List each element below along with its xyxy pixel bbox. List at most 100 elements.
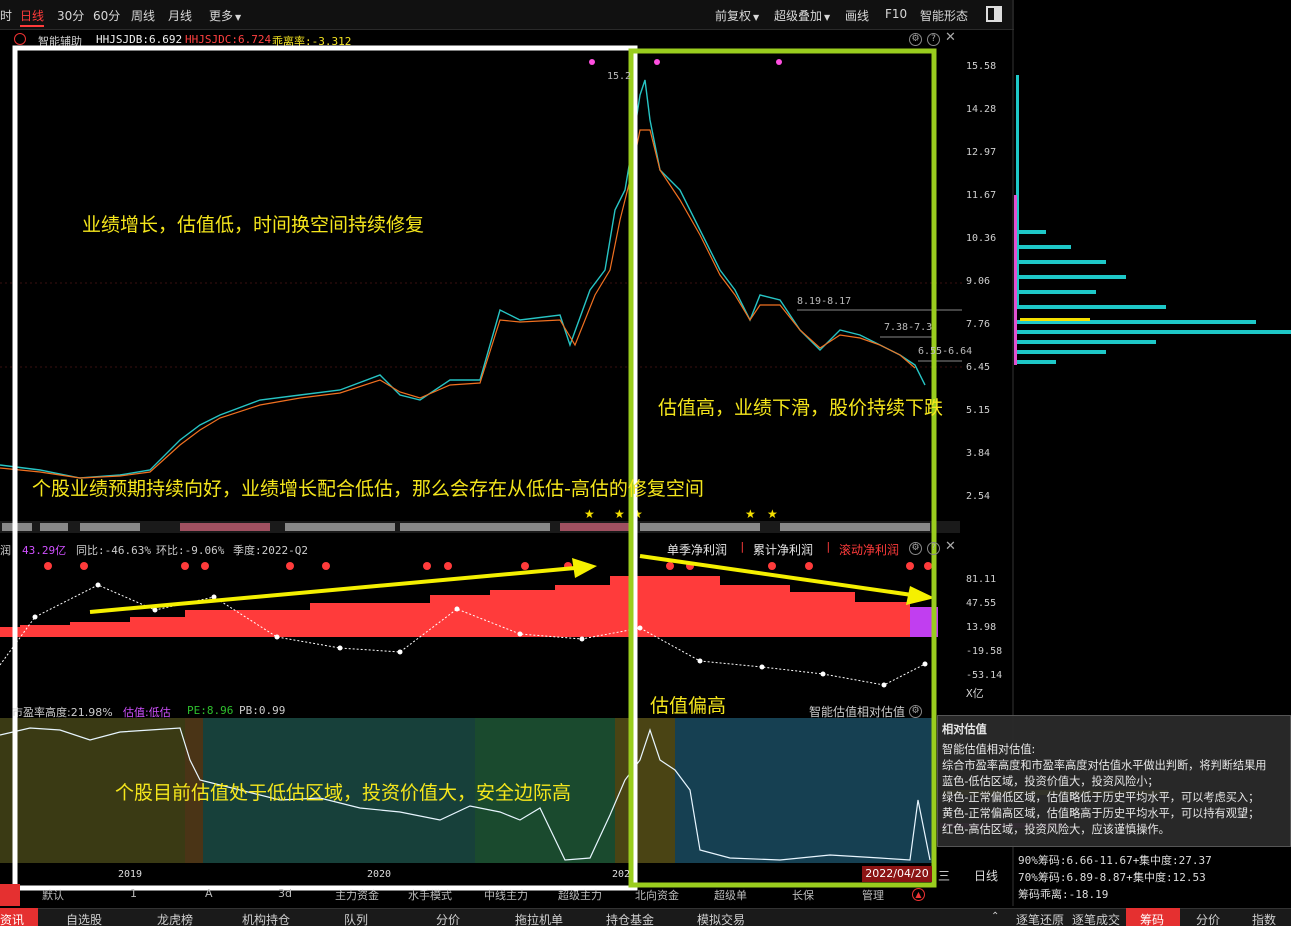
- valuation-title: 智能估值相对估值: [809, 705, 906, 719]
- price-tick: 5.15: [966, 405, 991, 416]
- tooltip-line: 综合市盈率高度和市盈率高度对估值水平做出判断，将判断结果用: [942, 759, 1267, 772]
- tab-divider: |: [739, 540, 746, 553]
- moving-average-line: [0, 129, 916, 479]
- tooltip-line: 蓝色-低估区域，投资价值大，投资风险小；: [942, 775, 1159, 788]
- tab-price-levels[interactable]: 分价: [1196, 911, 1220, 926]
- valuation-status: 估值:低估: [123, 706, 171, 719]
- pe-value: PE:8.96: [187, 704, 234, 717]
- chevron-up-icon[interactable]: ▲: [912, 888, 925, 901]
- tab-tick-restore[interactable]: 逐笔还原: [1016, 911, 1064, 926]
- price-tick: 7.76: [966, 319, 991, 330]
- annotation-text: 业绩增长，估值低，时间换空间持续修复: [82, 214, 425, 236]
- svg-text:★: ★: [767, 507, 778, 521]
- profit-tick: -19.58: [966, 646, 1003, 657]
- indicator-tab[interactable]: 北向资金: [635, 887, 679, 903]
- price-tick: 3.84: [966, 448, 991, 459]
- profit-tick: 81.11: [966, 574, 997, 585]
- tab-news[interactable]: 资讯: [0, 911, 24, 926]
- pb-value: PB:0.99: [239, 704, 286, 717]
- close-icon[interactable]: ✕: [945, 539, 956, 554]
- indicator-tab[interactable]: 水手模式: [408, 887, 452, 903]
- tab-price-distribution[interactable]: 分价: [436, 911, 460, 926]
- tooltip-line: 黄色-正常偏高区域，估值略高于历史平均水平，可以持有观望；: [942, 807, 1260, 820]
- indicator-tab[interactable]: 超级单: [714, 887, 747, 903]
- settings-icon[interactable]: ⚙: [909, 542, 922, 555]
- profit-amount: 43.29亿: [22, 544, 67, 557]
- help-icon[interactable]: ?: [927, 542, 940, 555]
- valuation-tooltip: 相对估值 智能估值相对估值: 综合市盈率高度和市盈率高度对估值水平做出判断，将判…: [937, 715, 1291, 847]
- tab-quarterly-profit[interactable]: 单季净利润: [667, 541, 727, 558]
- tab-dragon-tiger[interactable]: 龙虎榜: [157, 911, 193, 926]
- x-tick: 202: [612, 869, 631, 880]
- tab-tractor-orders[interactable]: 拖拉机单: [515, 911, 563, 926]
- indicator-tab[interactable]: A: [205, 887, 213, 900]
- tab-holding-funds[interactable]: 持仓基金: [606, 911, 654, 926]
- x-tick: 2019: [118, 869, 143, 880]
- price-tick: 10.36: [966, 233, 997, 244]
- svg-text:★: ★: [614, 507, 625, 521]
- price-tick: 12.97: [966, 147, 997, 158]
- x-tick: 2020: [367, 869, 392, 880]
- svg-text:★: ★: [745, 507, 756, 521]
- annotation-text: 个股目前估值处于低估区域，投资价值大，安全边际高: [115, 782, 572, 804]
- chip-deviation: 筹码乖离:-18.19: [1018, 888, 1109, 901]
- active-indicator-tab[interactable]: [0, 884, 20, 906]
- indicator-tab[interactable]: 中线主力: [484, 887, 528, 903]
- price-tick: 6.45: [966, 362, 991, 373]
- svg-text:★: ★: [584, 507, 595, 521]
- range-label: 6.55-6.64: [918, 346, 973, 357]
- profit-unit: X亿: [966, 687, 984, 700]
- indicator-tab[interactable]: 3d: [278, 887, 292, 900]
- chip-70-concentration: 集中度:12.53: [1133, 871, 1206, 884]
- indicator-tab[interactable]: 管理: [862, 887, 884, 903]
- weekday-label: 三: [938, 869, 951, 883]
- expand-icon[interactable]: ⌃: [991, 911, 999, 922]
- tab-institution-holdings[interactable]: 机构持仓: [242, 911, 290, 926]
- profit-tick: 47.55: [966, 598, 997, 609]
- profit-quarter: 季度:2022-Q2: [233, 544, 308, 557]
- event-pins: [44, 562, 932, 570]
- profit-label: 润: [0, 544, 11, 557]
- tab-simulated-trading[interactable]: 模拟交易: [697, 911, 745, 926]
- range-label: 8.19-8.17: [797, 296, 852, 307]
- price-tick: 9.06: [966, 276, 991, 287]
- indicator-tab[interactable]: 默认: [42, 887, 64, 903]
- period-label[interactable]: 日线: [974, 867, 998, 884]
- tab-chips[interactable]: 筹码: [1140, 911, 1164, 926]
- event-tag-strip: [0, 521, 960, 533]
- tooltip-line: 绿色-正常偏低区域，估值略低于历史平均水平，可以考虑买入；: [942, 791, 1260, 804]
- tab-index[interactable]: 指数: [1252, 911, 1276, 926]
- profit-qoq: 环比:-9.06%: [156, 544, 225, 557]
- indicator-tab[interactable]: 超级主力: [558, 887, 602, 903]
- pe-height: 市盈率高度:21.98%: [12, 706, 113, 719]
- annotation-text: 个股业绩预期持续向好，业绩增长配合低估，那么会存在从低估-高估的修复空间: [32, 478, 704, 500]
- price-tick: 15.58: [966, 61, 997, 72]
- tab-divider: |: [825, 540, 832, 553]
- tooltip-line: 红色-高估区域，投资风险大，应该谨慎操作。: [942, 823, 1170, 836]
- date-badge: 2022/04/20: [862, 866, 932, 882]
- profit-tick: -53.14: [966, 670, 1003, 681]
- price-tick: 14.28: [966, 104, 997, 115]
- profit-yoy: 同比:-46.63%: [76, 544, 151, 557]
- tab-queue[interactable]: 队列: [344, 911, 368, 926]
- tooltip-title: 相对估值: [942, 723, 987, 736]
- chip-90-concentration: 集中度:27.37: [1139, 854, 1212, 867]
- indicator-tab[interactable]: 1: [130, 887, 137, 900]
- tab-tick-trades[interactable]: 逐笔成交: [1072, 911, 1120, 926]
- tooltip-line: 智能估值相对估值:: [942, 743, 1036, 756]
- peak-markers: [589, 59, 782, 65]
- chip-90: 90%筹码:6.66-11.67+: [1018, 854, 1140, 867]
- price-tick: 2.54: [966, 491, 991, 502]
- annotation-text: 估值高，业绩下滑，股价持续下跌: [658, 397, 944, 419]
- tab-rolling-profit[interactable]: 滚动净利润: [839, 541, 899, 558]
- chip-70: 70%筹码:6.89-8.87+: [1018, 871, 1133, 884]
- tab-watchlist[interactable]: 自选股: [66, 911, 102, 926]
- indicator-tab[interactable]: 长保: [792, 887, 814, 903]
- indicator-tab[interactable]: 主力资金: [335, 887, 379, 903]
- tab-cumulative-profit[interactable]: 累计净利润: [753, 541, 813, 558]
- settings-icon[interactable]: ⚙: [909, 705, 922, 718]
- annotation-text: 估值偏高: [650, 695, 727, 717]
- profit-tick: 13.98: [966, 622, 997, 633]
- range-label: 7.38-7.3: [884, 322, 933, 333]
- peak-price-label: 15.2: [607, 71, 632, 82]
